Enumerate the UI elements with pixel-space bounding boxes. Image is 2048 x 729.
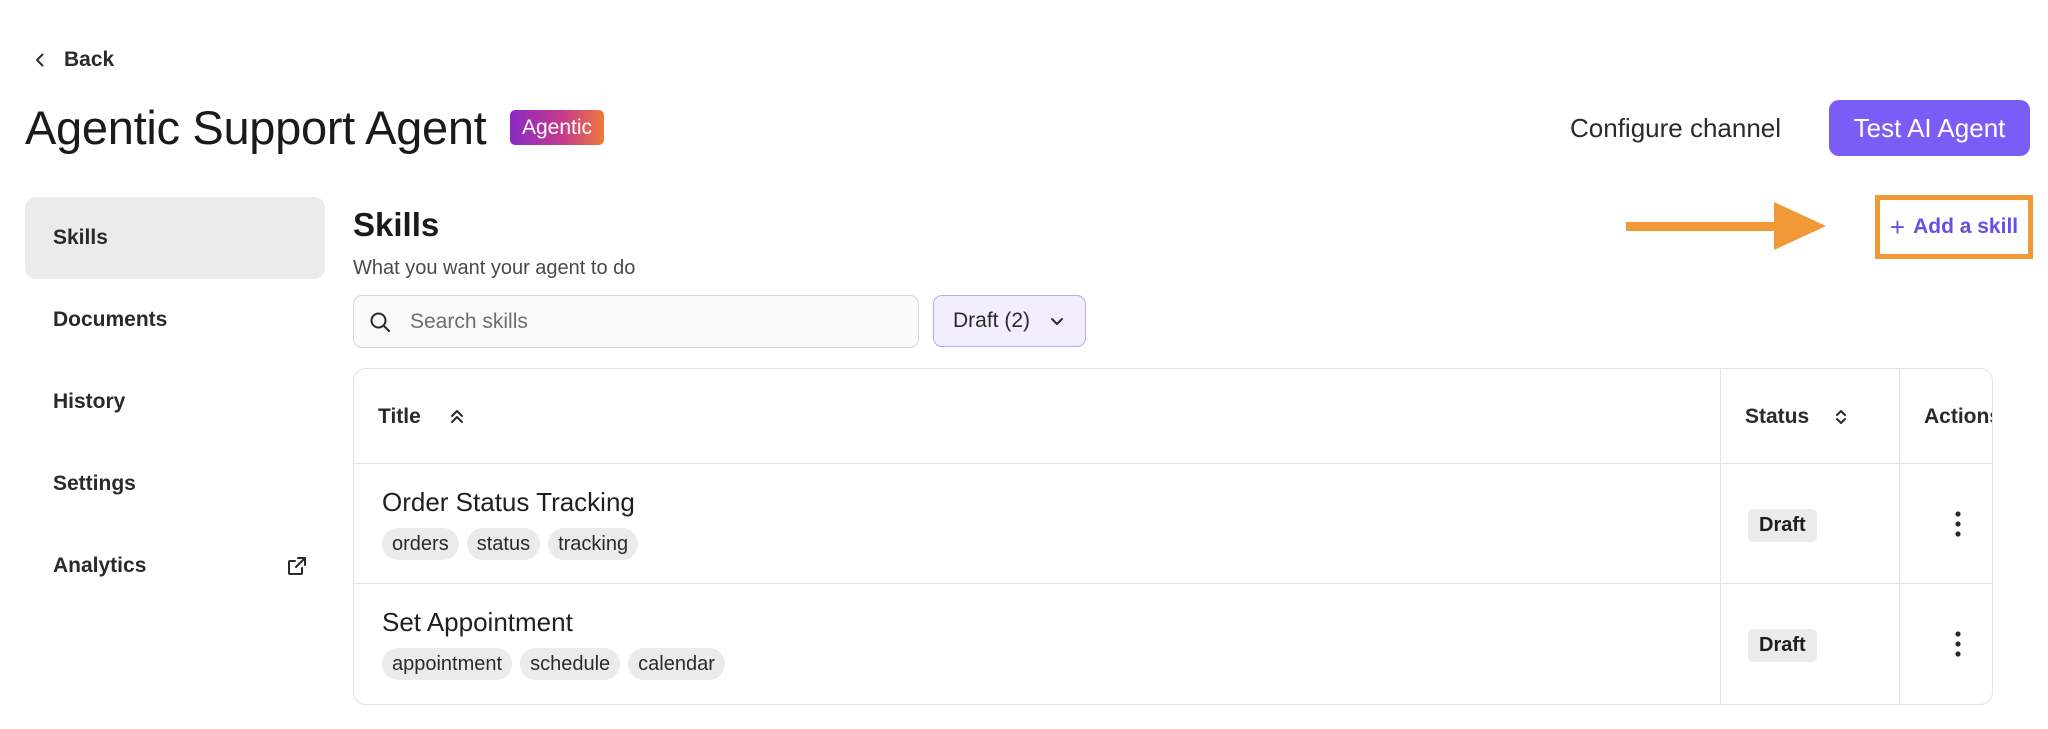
agentic-badge: Agentic	[510, 110, 605, 145]
more-options-button[interactable]	[1946, 628, 1970, 660]
table-row[interactable]: Order Status Tracking orders status trac…	[354, 464, 1992, 584]
sort-ascending-icon	[450, 409, 463, 423]
sidebar-item-label: Settings	[53, 472, 136, 495]
column-actions-label: Actions	[1924, 404, 1992, 428]
page: Back Agentic Support Agent Agentic Confi…	[0, 0, 2048, 729]
back-link[interactable]: Back	[32, 48, 114, 72]
sort-icon	[1836, 409, 1847, 424]
tag: appointment	[382, 648, 513, 680]
plus-icon: +	[1889, 212, 1906, 242]
more-vertical-icon	[1955, 511, 1961, 537]
more-options-button[interactable]	[1946, 508, 1970, 540]
section-title: Skills	[353, 206, 440, 243]
table-header: Title Status Actions	[354, 369, 1992, 464]
test-ai-agent-button[interactable]: Test AI Agent	[1829, 100, 2030, 156]
sidebar-item-settings[interactable]: Settings	[25, 443, 325, 525]
status-badge: Draft	[1748, 629, 1817, 662]
sidebar-item-history[interactable]: History	[25, 361, 325, 443]
status-badge: Draft	[1748, 509, 1817, 542]
sidebar-item-label: Documents	[53, 308, 168, 331]
column-divider	[1720, 584, 1721, 704]
column-divider	[1899, 464, 1900, 583]
column-divider	[1899, 584, 1900, 704]
search-icon	[370, 312, 390, 332]
sidebar-item-label: Skills	[53, 226, 108, 249]
tag: calendar	[628, 648, 725, 680]
annotation-arrow-icon	[1626, 202, 1826, 250]
column-header-status[interactable]: Status	[1745, 369, 1851, 464]
sidebar: Skills Documents History Settings Analyt…	[25, 197, 325, 607]
tag-list: appointment schedule calendar	[382, 648, 725, 680]
column-header-title[interactable]: Title	[378, 369, 467, 464]
column-header-actions: Actions	[1924, 369, 1992, 464]
skill-name[interactable]: Set Appointment	[382, 606, 573, 638]
sidebar-item-analytics[interactable]: Analytics	[25, 525, 325, 607]
sidebar-item-documents[interactable]: Documents	[25, 279, 325, 361]
status-filter-label: Draft (2)	[952, 309, 1030, 332]
chevron-left-icon	[36, 53, 44, 67]
skill-name[interactable]: Order Status Tracking	[382, 486, 635, 518]
tag: schedule	[520, 648, 621, 680]
column-title-label: Title	[378, 404, 421, 428]
status-filter-dropdown[interactable]: Draft (2)	[933, 295, 1086, 347]
page-title: Agentic Support Agent	[25, 101, 487, 154]
table-row[interactable]: Set Appointment appointment schedule cal…	[354, 584, 1992, 704]
column-divider	[1720, 464, 1721, 583]
tag: tracking	[548, 528, 639, 560]
add-skill-label: Add a skill	[1913, 215, 2019, 238]
column-status-label: Status	[1745, 404, 1810, 428]
more-vertical-icon	[1955, 631, 1961, 657]
column-divider	[1720, 369, 1721, 463]
column-divider	[1899, 369, 1900, 463]
tag: orders	[382, 528, 459, 560]
chevron-down-icon	[1051, 318, 1063, 325]
external-link-icon	[288, 557, 306, 575]
sidebar-item-label: History	[53, 390, 126, 413]
sidebar-item-skills[interactable]: Skills	[25, 197, 325, 279]
search-box	[353, 295, 919, 348]
section-subtitle: What you want your agent to do	[353, 257, 636, 279]
configure-channel-button[interactable]: Configure channel	[1570, 110, 1781, 146]
sidebar-item-label: Analytics	[53, 554, 147, 577]
skills-table: Title Status Actions Order Status Tracki…	[353, 368, 1993, 705]
search-input[interactable]	[410, 309, 890, 334]
add-skill-button[interactable]: + Add a skill	[1875, 195, 2033, 259]
tag: status	[466, 528, 541, 560]
tag-list: orders status tracking	[382, 528, 639, 560]
back-label: Back	[64, 48, 115, 71]
